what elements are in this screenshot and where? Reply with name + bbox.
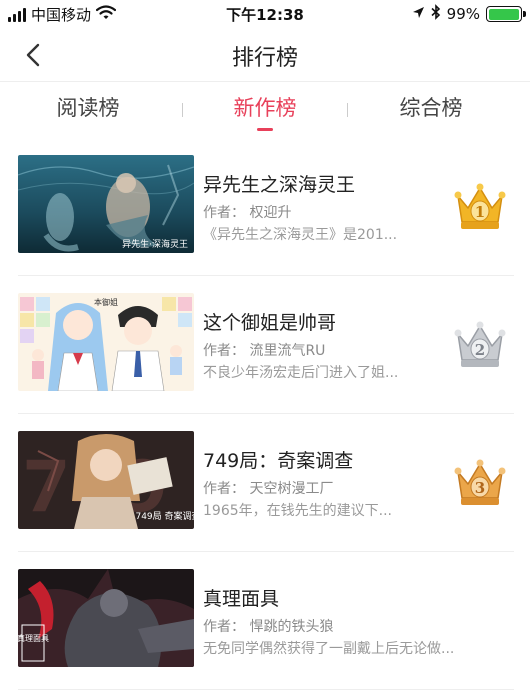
item-description: 1965年，在钱先生的建议下... (203, 503, 392, 519)
cover-image: 本御姐 (18, 293, 194, 391)
rank-number: 2 (475, 341, 485, 359)
item-author: 作者： 天空树漫工厂 (203, 481, 334, 497)
rank-number: 3 (475, 479, 485, 497)
tab-label: 阅读榜 (56, 96, 120, 120)
item-title: 这个御姐是帅哥 (203, 312, 337, 334)
nav-bar: 排行榜 (0, 28, 530, 82)
status-bar: 中国移动 下午12:38 99% (0, 0, 530, 28)
tab-new[interactable]: 新作榜 (177, 92, 353, 134)
item-title: 异先生之深海灵王 (203, 174, 356, 196)
cover-image: 异先生·深海灵王 (18, 155, 194, 253)
bluetooth-icon (431, 4, 441, 24)
item-author: 作者： 悍跳的铁头狼 (203, 619, 334, 635)
battery-icon (486, 6, 526, 22)
item-description: 不良少年汤宏走后门进入了姐... (203, 365, 399, 381)
cover-image: 真理面具 (18, 569, 194, 667)
list-item[interactable]: 异先生·深海灵王 异先生之深海灵王 作者： 权迎升 《异先生之深海灵王》是201… (18, 138, 514, 276)
item-description: 无免同学偶然获得了一副戴上后无论做... (203, 641, 455, 657)
silver-crown-icon: 2 (452, 318, 508, 370)
rank-number: 1 (475, 203, 485, 221)
item-author: 作者： 流里流气RU (203, 343, 326, 359)
battery-percent: 99% (446, 5, 480, 23)
tab-label: 综合榜 (399, 96, 463, 120)
active-tab-indicator (257, 128, 273, 131)
item-title: 真理面具 (203, 588, 280, 610)
tab-label: 新作榜 (233, 96, 297, 120)
cover-caption: 749局 奇案调查 (135, 510, 194, 522)
cover-caption: 真理面具 (18, 633, 49, 643)
cover-image: 749 749局 奇案调查 (18, 431, 194, 529)
list-item[interactable]: 本御姐 这个御姐是帅哥 作者： 流里流气RU 不良少年汤宏走后门进入了姐... … (18, 276, 514, 414)
item-description: 《异先生之深海灵王》是201... (203, 227, 398, 243)
page-title: 排行榜 (231, 46, 298, 71)
tab-overall[interactable]: 综合榜 (343, 92, 519, 134)
tab-reading[interactable]: 阅读榜 (0, 92, 176, 134)
status-right: 99% (412, 4, 526, 24)
list-item[interactable]: 真理面具 真理面具 作者： 悍跳的铁头狼 无免同学偶然获得了一副戴上后无论做..… (18, 552, 514, 690)
item-title: 749局：奇案调查 (203, 450, 354, 472)
cover-caption: 异先生·深海灵王 (122, 238, 188, 250)
bronze-crown-icon: 3 (452, 456, 508, 508)
ranking-tabs: 阅读榜 新作榜 综合榜 (0, 82, 530, 138)
location-icon (412, 5, 425, 23)
gold-crown-icon: 1 (452, 180, 508, 232)
item-author: 作者： 权迎升 (203, 205, 292, 221)
list-item[interactable]: 749 749局 奇案调查 749局：奇案调查 作者： 天空树漫工厂 1965年… (18, 414, 514, 552)
cover-caption: 本御姐 (94, 297, 118, 307)
